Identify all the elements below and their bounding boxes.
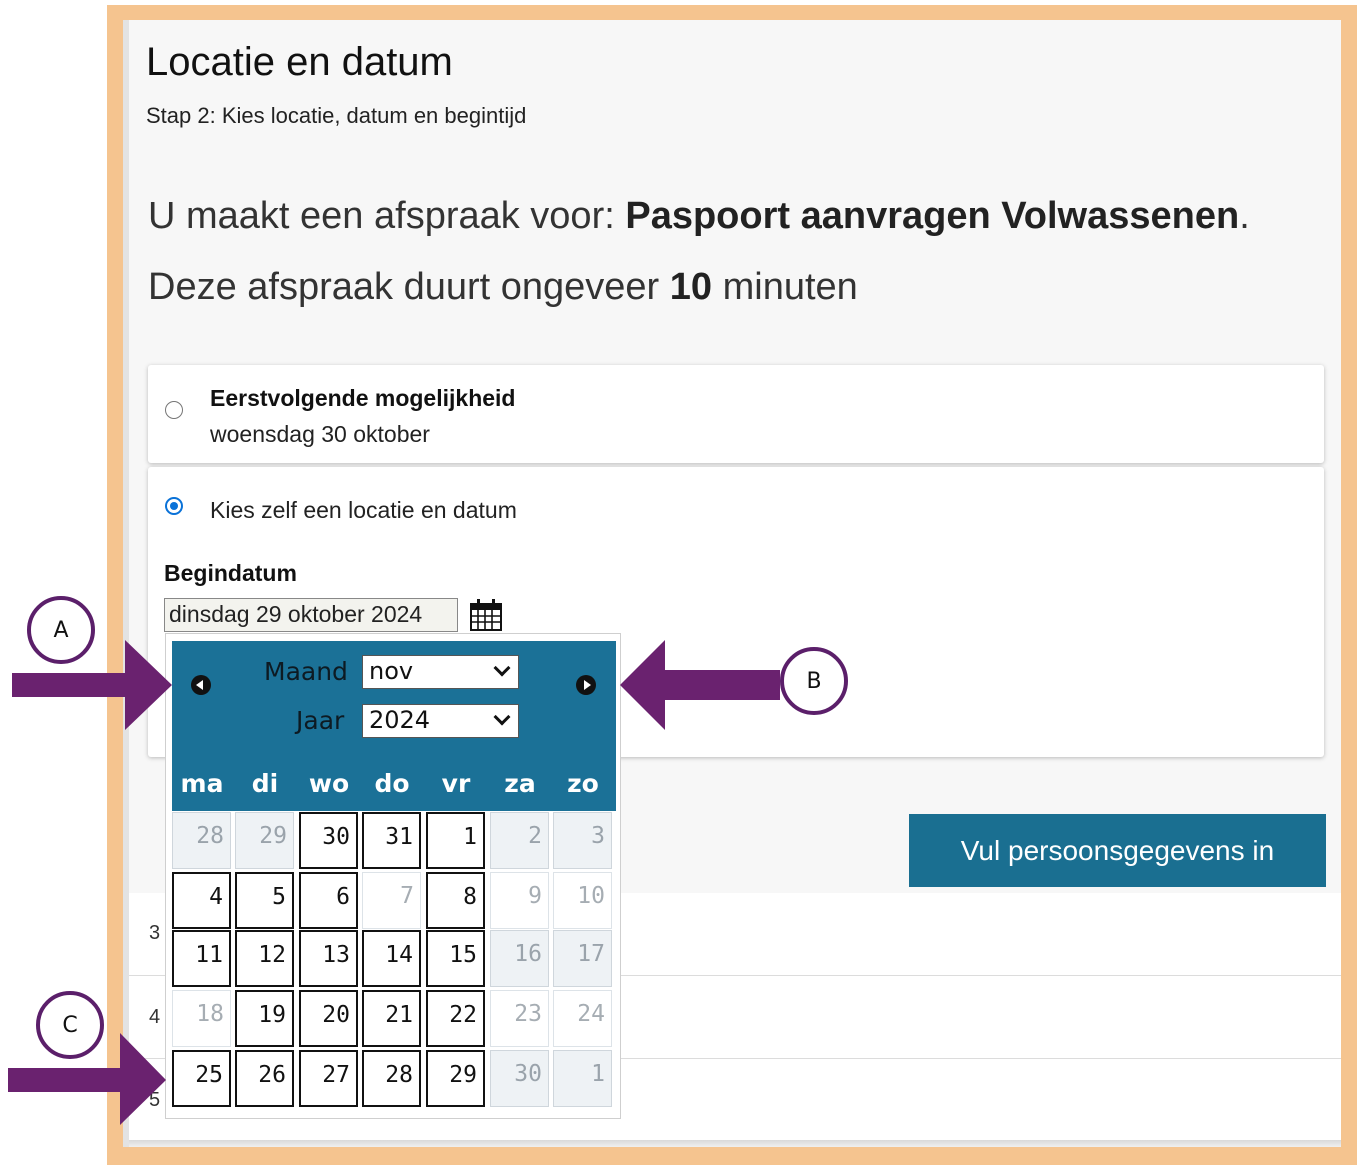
calendar-day: 16 [490, 930, 549, 987]
calendar-day[interactable]: 25 [172, 1050, 231, 1107]
weekday-header: wo [308, 769, 350, 798]
calendar-day[interactable]: 19 [235, 990, 294, 1047]
calendar-day[interactable]: 29 [426, 1050, 485, 1107]
list-item-number: 5 [149, 1089, 161, 1111]
appointment-summary: U maakt een afspraak voor: Paspoort aanv… [148, 195, 1250, 238]
list-item-number: 4 [149, 1006, 161, 1028]
calendar-day: 1 [553, 1050, 612, 1107]
calendar-day[interactable]: 26 [235, 1050, 294, 1107]
calendar-day: 29 [235, 812, 294, 869]
year-select[interactable]: 2024 [362, 704, 519, 738]
fill-personal-details-button[interactable]: Vul persoonsgegevens in [909, 814, 1326, 887]
weekday-header: do [374, 769, 410, 798]
chevron-down-icon [493, 659, 511, 677]
weekday-header: zo [567, 769, 599, 798]
calendar-day[interactable]: 12 [235, 930, 294, 987]
calendar-day[interactable]: 4 [172, 872, 231, 929]
list-item-number: 3 [149, 922, 161, 944]
calendar-day: 24 [553, 990, 612, 1047]
option-first-date: woensdag 30 oktober [210, 421, 430, 447]
chevron-down-icon [493, 708, 511, 726]
calendar-day[interactable]: 20 [299, 990, 358, 1047]
appointment-suffix: . [1239, 195, 1250, 237]
duration-summary: Deze afspraak duurt ongeveer 10 minuten [148, 266, 858, 309]
calendar-day: 7 [362, 872, 421, 929]
calendar-day: 30 [490, 1050, 549, 1107]
calendar-day: 17 [553, 930, 612, 987]
calendar-day[interactable]: 11 [172, 930, 231, 987]
calendar-day: 28 [172, 812, 231, 869]
year-label: Jaar [296, 706, 345, 735]
month-select-value: nov [369, 657, 414, 685]
option-first-title: Eerstvolgende mogelijkheid [210, 385, 516, 411]
annotation-label-a: A [27, 596, 95, 664]
appointment-name: Paspoort aanvragen Volwassenen [625, 195, 1240, 237]
calendar-day: 18 [172, 990, 231, 1047]
duration-value: 10 [669, 266, 713, 308]
start-date-label: Begindatum [164, 560, 297, 586]
step-indicator: Stap 2: Kies locatie, datum en begintijd [146, 103, 527, 128]
annotation-label-c: C [36, 991, 104, 1059]
calendar-day: 2 [490, 812, 549, 869]
weekday-header: ma [180, 769, 224, 798]
start-date-input[interactable]: dinsdag 29 oktober 2024 [164, 598, 458, 632]
calendar-day[interactable]: 30 [299, 812, 358, 869]
calendar-icon[interactable] [469, 598, 503, 632]
calendar-day: 10 [553, 872, 612, 929]
page-title: Locatie en datum [146, 40, 453, 84]
calendar-day[interactable]: 13 [299, 930, 358, 987]
month-select[interactable]: nov [362, 655, 519, 689]
list-bottom-edge [129, 1140, 1341, 1147]
calendar-day: 23 [490, 990, 549, 1047]
calendar-day: 3 [553, 812, 612, 869]
weekday-header: za [504, 769, 536, 798]
option-custom-label: Kies zelf een locatie en datum [210, 497, 517, 523]
option-first-available[interactable] [148, 365, 1324, 463]
calendar-day: 9 [490, 872, 549, 929]
calendar-day[interactable]: 8 [426, 872, 485, 929]
weekday-header: di [251, 769, 279, 798]
calendar-day[interactable]: 6 [299, 872, 358, 929]
calendar-day[interactable]: 27 [299, 1050, 358, 1107]
prev-month-icon[interactable] [191, 675, 211, 695]
calendar-day[interactable]: 1 [426, 812, 485, 869]
radio-first-available[interactable] [165, 401, 183, 419]
duration-prefix: Deze afspraak duurt ongeveer [148, 266, 670, 308]
next-month-icon[interactable] [576, 675, 596, 695]
calendar-day[interactable]: 5 [235, 872, 294, 929]
appointment-prefix: U maakt een afspraak voor: [148, 195, 626, 237]
duration-suffix: minuten [712, 266, 858, 308]
calendar-day[interactable]: 14 [362, 930, 421, 987]
year-select-value: 2024 [369, 706, 431, 734]
month-label: Maand [264, 657, 348, 686]
weekday-header: vr [441, 769, 471, 798]
calendar-day[interactable]: 22 [426, 990, 485, 1047]
calendar-day[interactable]: 15 [426, 930, 485, 987]
calendar-day[interactable]: 21 [362, 990, 421, 1047]
annotation-label-b: B [780, 647, 848, 715]
calendar-day[interactable]: 31 [362, 812, 421, 869]
calendar-day[interactable]: 28 [362, 1050, 421, 1107]
radio-custom[interactable] [165, 497, 183, 515]
